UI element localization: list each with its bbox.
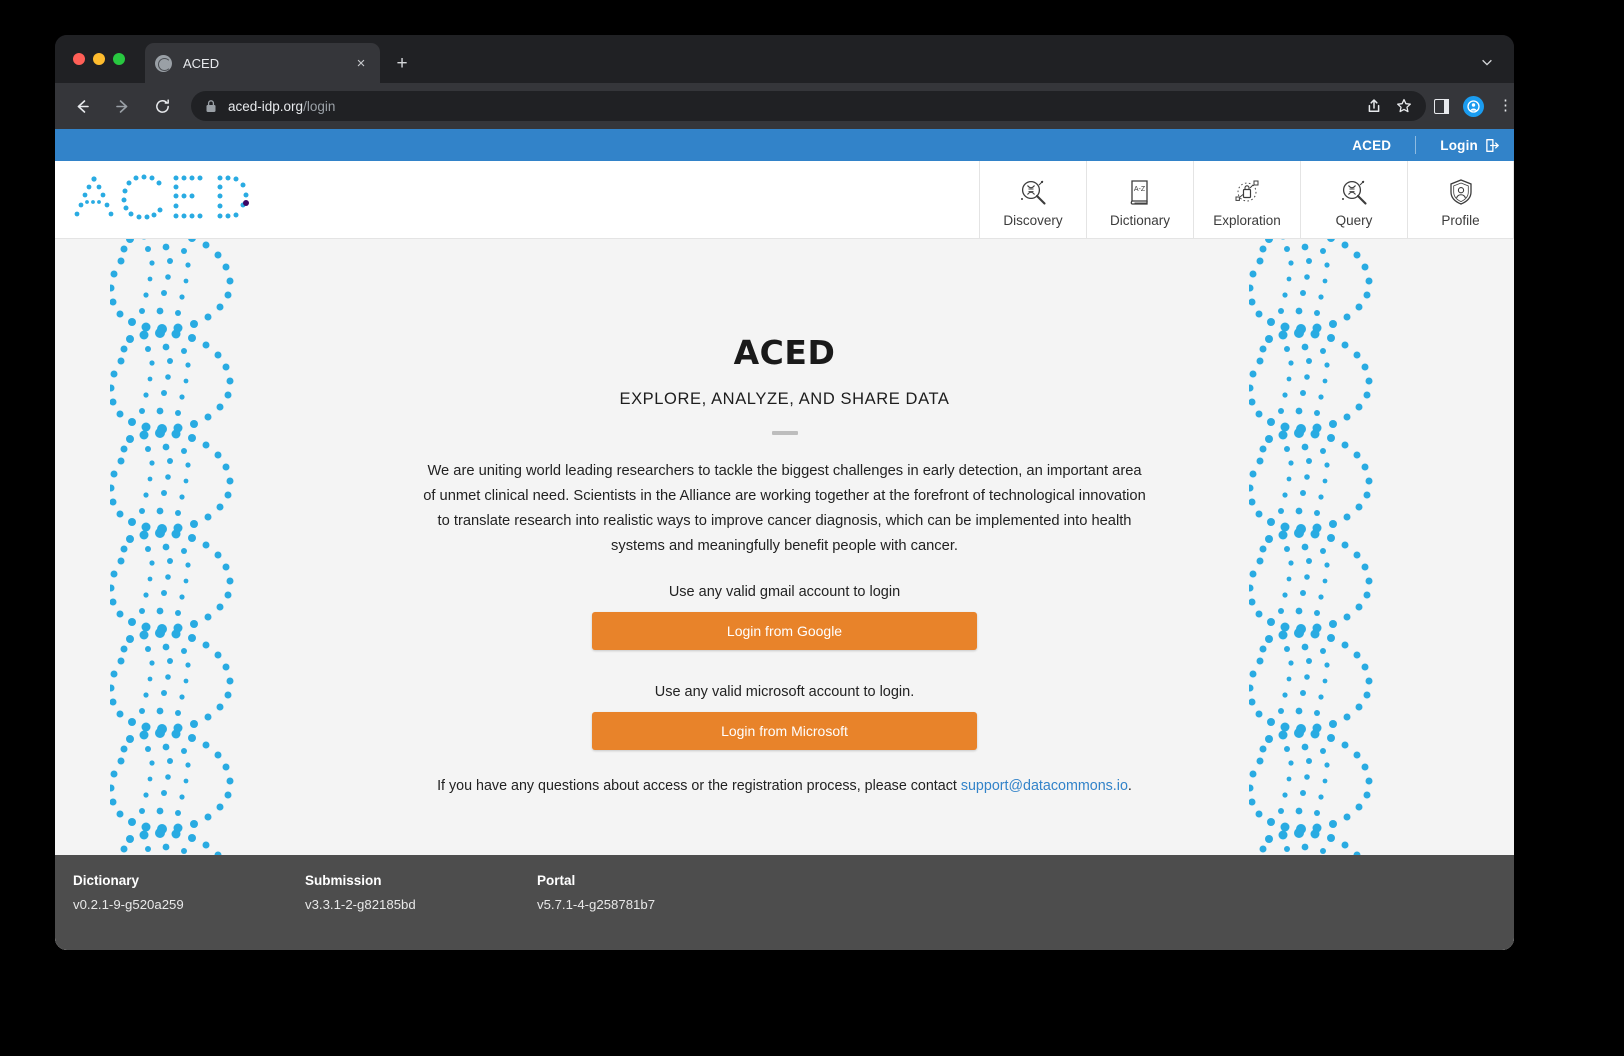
intro-paragraph: We are uniting world leading researchers… — [423, 463, 1146, 554]
nav-label: Exploration — [1213, 213, 1281, 228]
nav-item-dictionary[interactable]: A-Z Dictionary — [1086, 161, 1193, 238]
contact-line: If you have any questions about access o… — [405, 778, 1165, 794]
footer-column-title: Portal — [537, 873, 576, 888]
page-subtitle: EXPLORE, ANALYZE, AND SHARE DATA — [619, 390, 950, 408]
svg-text:A-Z: A-Z — [1134, 186, 1146, 193]
browser-toolbar: aced-idp.org/login ⋮ — [55, 83, 1514, 129]
address-bar[interactable]: aced-idp.org/login — [191, 91, 1426, 121]
topbar-divider — [1415, 136, 1417, 154]
page-viewport: ACED Login Discovery A-Z Dictionary Expl… — [55, 129, 1514, 950]
footer-column-title: Submission — [305, 873, 382, 888]
contact-prefix: If you have any questions about access o… — [437, 778, 961, 794]
avatar-glyph-icon — [1467, 99, 1480, 113]
topbar-login-button[interactable]: Login — [1440, 138, 1500, 153]
desktop-background: ACED × + aced-idp.org/login ⋮ ACED Login… — [0, 0, 1624, 1056]
nav-item-discovery[interactable]: Discovery — [979, 161, 1086, 238]
nav-label: Query — [1335, 213, 1373, 228]
nav-item-exploration[interactable]: Exploration — [1193, 161, 1300, 238]
support-email-link[interactable]: support@datacommons.io — [961, 778, 1128, 794]
login-from-microsoft-button[interactable]: Login from Microsoft — [592, 712, 977, 750]
new-tab-button[interactable]: + — [392, 54, 412, 73]
browser-window: ACED × + aced-idp.org/login ⋮ ACED Login… — [55, 35, 1514, 950]
magnifier-dna-icon — [1339, 177, 1369, 207]
contact-suffix: . — [1127, 778, 1132, 794]
window-controls[interactable] — [73, 53, 125, 65]
arrow-left-icon — [77, 99, 89, 113]
title-divider — [771, 431, 798, 435]
shield-person-icon — [1446, 177, 1476, 207]
aced-logo[interactable] — [55, 161, 355, 238]
footer-column-version: v0.2.1-9-g520a259 — [73, 897, 184, 912]
side-panel-icon[interactable] — [1434, 98, 1449, 114]
site-footer: Dictionary v0.2.1-9-g520a259 Submission … — [55, 855, 1514, 950]
browser-right-actions: ⋮ — [1434, 95, 1514, 117]
topbar-brand-link[interactable]: ACED — [1352, 138, 1391, 153]
globe-icon — [155, 54, 172, 72]
book-a-z-icon: A-Z — [1125, 177, 1155, 207]
header-spacer — [355, 161, 979, 238]
footer-column-dictionary: Dictionary v0.2.1-9-g520a259 — [73, 873, 305, 950]
nav-item-profile[interactable]: Profile — [1407, 161, 1514, 238]
close-window-button[interactable] — [73, 53, 85, 65]
url-host: aced-idp.org — [228, 98, 304, 114]
nav-label: Discovery — [1003, 213, 1063, 228]
footer-column-version: v3.3.1-2-g82185bd — [305, 897, 416, 912]
aced-logo-icon — [74, 174, 249, 219]
url-text: aced-idp.org/login — [228, 99, 335, 114]
magnifier-dna-icon — [1018, 177, 1048, 207]
footer-column-portal: Portal v5.7.1-4-g258781b7 — [537, 873, 769, 950]
nav-label: Dictionary — [1109, 213, 1171, 228]
login-from-google-button[interactable]: Login from Google — [592, 612, 977, 650]
dna-helix-decoration-right — [1249, 239, 1373, 919]
page-title: ACED — [733, 333, 836, 372]
google-login-hint: Use any valid gmail account to login — [668, 584, 901, 600]
login-arrow-icon — [1486, 138, 1499, 152]
minimize-window-button[interactable] — [93, 53, 105, 65]
close-icon[interactable]: × — [352, 56, 370, 71]
footer-column-version: v5.7.1-4-g258781b7 — [537, 897, 656, 912]
chrome-menu-icon[interactable]: ⋮ — [1498, 98, 1513, 113]
dna-helix-decoration-left — [110, 239, 234, 919]
browser-tab[interactable]: ACED × — [145, 43, 380, 83]
tab-title: ACED — [183, 55, 220, 71]
chevron-down-icon[interactable] — [1480, 55, 1494, 69]
reload-button[interactable] — [145, 89, 179, 123]
lock-icon — [206, 100, 216, 112]
login-content: ACED EXPLORE, ANALYZE, AND SHARE DATA We… — [405, 239, 1165, 794]
forward-button[interactable] — [105, 89, 139, 123]
network-lock-icon — [1232, 177, 1262, 207]
omnibox-actions — [1356, 98, 1412, 114]
reload-icon — [155, 98, 169, 113]
microsoft-login-hint: Use any valid microsoft account to login… — [654, 684, 915, 700]
profile-avatar-icon[interactable] — [1463, 95, 1484, 117]
site-header: Discovery A-Z Dictionary Exploration Que… — [55, 161, 1514, 239]
site-topbar: ACED Login — [55, 129, 1514, 161]
url-path: /login — [303, 98, 336, 114]
arrow-right-icon — [115, 99, 127, 113]
bookmark-star-icon[interactable] — [1396, 98, 1412, 114]
maximize-window-button[interactable] — [113, 53, 125, 65]
back-button[interactable] — [65, 89, 99, 123]
nav-item-query[interactable]: Query — [1300, 161, 1407, 238]
page-body: ACED EXPLORE, ANALYZE, AND SHARE DATA We… — [55, 239, 1514, 950]
footer-column-submission: Submission v3.3.1-2-g82185bd — [305, 873, 537, 950]
nav-label: Profile — [1441, 213, 1480, 228]
browser-tab-strip: ACED × + — [55, 35, 1514, 83]
footer-column-title: Dictionary — [73, 873, 140, 888]
share-icon[interactable] — [1366, 98, 1382, 114]
topbar-login-label: Login — [1440, 137, 1478, 153]
